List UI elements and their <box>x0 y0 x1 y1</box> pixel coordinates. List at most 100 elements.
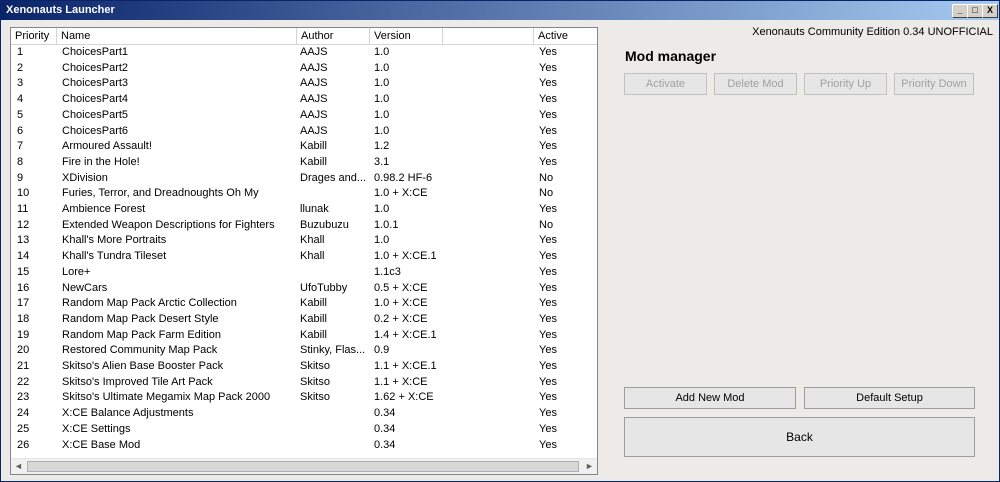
title-bar[interactable]: Xenonauts Launcher _ □ X <box>1 1 999 20</box>
scroll-left-icon[interactable]: ◄ <box>11 459 26 474</box>
cell-version: 1.0 <box>374 124 390 137</box>
mod-list-header: Priority Name Author Version Active <box>11 28 597 45</box>
cell-active: Yes <box>539 250 557 263</box>
cell-priority: 6 <box>17 124 24 137</box>
column-header-author[interactable]: Author <box>297 28 370 44</box>
cell-author: Kabill <box>300 312 327 325</box>
cell-name: ChoicesPart5 <box>62 108 129 121</box>
table-row[interactable]: 15 Lore+ 1.1c3 Yes <box>11 265 597 281</box>
column-header-version[interactable]: Version <box>370 28 443 44</box>
table-row[interactable]: 1 ChoicesPart1 AAJS 1.0 Yes <box>11 45 597 61</box>
table-row[interactable]: 2 ChoicesPart2 AAJS 1.0 Yes <box>11 61 597 77</box>
cell-version: 0.34 <box>374 422 396 435</box>
delete-mod-button[interactable]: Delete Mod <box>714 73 797 95</box>
cell-active: Yes <box>539 281 557 294</box>
cell-name: Skitso's Alien Base Booster Pack <box>62 360 224 372</box>
table-row[interactable]: 3 ChoicesPart3 AAJS 1.0 Yes <box>11 76 597 92</box>
cell-author: Skitso <box>300 391 330 404</box>
table-row[interactable]: 20 Restored Community Map Pack Stinky, Fla… <box>11 343 597 359</box>
maximize-button[interactable]: □ <box>967 4 983 18</box>
cell-version: 0.34 <box>374 407 396 420</box>
table-row[interactable]: 26 X:CE Base Mod 0.34 Yes <box>11 438 597 454</box>
window-content: Priority Name Author Version Active 1 Cho… <box>1 20 999 481</box>
cell-priority: 12 <box>17 218 30 231</box>
mod-manager-title: Mod manager <box>625 48 717 64</box>
table-row[interactable]: 21 Skitso's Alien Base Booster Pack Skitso… <box>11 359 597 375</box>
cell-version: 0.9 <box>374 344 390 357</box>
cell-version: 1.0 <box>374 203 390 215</box>
cell-priority: 15 <box>17 265 30 278</box>
cell-active: No <box>539 171 554 184</box>
cell-priority: 24 <box>17 407 30 420</box>
table-row[interactable]: 22 Skitso's Improved Tile Art Pack Skitso 1… <box>11 375 597 391</box>
cell-priority: 10 <box>17 187 30 200</box>
cell-active: Yes <box>539 328 557 341</box>
cell-priority: 13 <box>17 234 30 247</box>
table-row[interactable]: 19 Random Map Pack Farm Edition Kabill 1.4 … <box>11 328 597 344</box>
cell-active: Yes <box>539 407 557 420</box>
table-row[interactable]: 7 Armoured Assault! Kabill 1.2 Yes <box>11 139 597 155</box>
table-row[interactable]: 8 Fire in the Hole! Kabill 3.1 Yes <box>11 155 597 171</box>
cell-active: Yes <box>539 46 557 58</box>
cell-active: Yes <box>539 375 557 388</box>
cell-priority: 3 <box>17 77 24 90</box>
cell-name: Khall's Tundra Tileset <box>62 250 167 263</box>
table-row[interactable]: 4 ChoicesPart4 AAJS 1.0 Yes <box>11 92 597 108</box>
cell-version: 0.34 <box>374 438 396 451</box>
cell-author: AAJS <box>300 46 328 58</box>
cell-active: Yes <box>539 203 557 215</box>
cell-version: 1.0 <box>374 77 390 90</box>
activate-button[interactable]: Activate <box>624 73 707 95</box>
cell-author: Drages and... <box>300 171 367 184</box>
close-button[interactable]: X <box>982 4 998 18</box>
table-row[interactable]: 24 X:CE Balance Adjustments 0.34 Yes <box>11 406 597 422</box>
cell-active: Yes <box>539 124 557 137</box>
table-row[interactable]: 12 Extended Weapon Descriptions for Fight… <box>11 218 597 234</box>
column-header-priority[interactable]: Priority <box>11 28 57 44</box>
table-row[interactable]: 17 Random Map Pack Arctic Collection Kabil… <box>11 296 597 312</box>
cell-name: Restored Community Map Pack <box>62 344 218 357</box>
add-new-mod-button[interactable]: Add New Mod <box>624 387 796 409</box>
table-row[interactable]: 23 Skitso's Ultimate Megamix Map Pack 200… <box>11 390 597 406</box>
cell-version: 1.4 + X:CE.1 <box>374 328 437 341</box>
cell-version: 0.5 + X:CE <box>374 281 428 294</box>
table-row[interactable]: 25 X:CE Settings 0.34 Yes <box>11 422 597 438</box>
cell-active: Yes <box>539 77 557 90</box>
scroll-thumb[interactable] <box>27 461 579 472</box>
default-setup-button[interactable]: Default Setup <box>804 387 975 409</box>
cell-author: Khall <box>300 234 325 247</box>
cell-active: Yes <box>539 297 557 310</box>
cell-active: Yes <box>539 93 557 106</box>
mod-list[interactable]: Priority Name Author Version Active 1 Cho… <box>10 27 598 475</box>
cell-priority: 26 <box>17 438 30 451</box>
table-row[interactable]: 10 Furies, Terror, and Dreadnoughts Oh My… <box>11 186 597 202</box>
cell-version: 1.0 <box>374 108 390 121</box>
cell-author: Khall <box>300 250 325 263</box>
minimize-button[interactable]: _ <box>952 4 968 18</box>
cell-active: Yes <box>539 391 557 404</box>
column-header-active[interactable]: Active <box>534 28 597 44</box>
back-button[interactable]: Back <box>624 417 975 457</box>
priority-down-button[interactable]: Priority Down <box>894 73 974 95</box>
cell-name: ChoicesPart2 <box>62 61 129 74</box>
cell-active: Yes <box>539 108 557 121</box>
cell-version: 0.98.2 HF-6 <box>374 171 433 184</box>
column-header-name[interactable]: Name <box>57 28 297 44</box>
table-row[interactable]: 14 Khall's Tundra Tileset Khall 1.0 + X:CE.… <box>11 249 597 265</box>
table-row[interactable]: 13 Khall's More Portraits Khall 1.0 Yes <box>11 233 597 249</box>
table-row[interactable]: 18 Random Map Pack Desert Style Kabill 0.2 … <box>11 312 597 328</box>
table-row[interactable]: 16 NewCars UfoTubby 0.5 + X:CE Yes <box>11 281 597 297</box>
table-row[interactable]: 5 ChoicesPart5 AAJS 1.0 Yes <box>11 108 597 124</box>
cell-priority: 9 <box>17 171 24 184</box>
scroll-right-icon[interactable]: ► <box>582 459 597 474</box>
cell-priority: 7 <box>17 140 24 153</box>
table-row[interactable]: 9 XDivision Drages and... 0.98.2 HF-6 No <box>11 171 597 187</box>
table-row[interactable]: 11 Ambience Forest llunak 1.0 Yes <box>11 202 597 218</box>
cell-author: Skitso <box>300 360 330 372</box>
cell-name: Lore+ <box>62 265 91 278</box>
cell-name: X:CE Settings <box>62 422 131 435</box>
cell-version: 1.1c3 <box>374 265 401 278</box>
priority-up-button[interactable]: Priority Up <box>804 73 887 95</box>
table-row[interactable]: 6 ChoicesPart6 AAJS 1.0 Yes <box>11 124 597 140</box>
horizontal-scrollbar[interactable]: ◄ ► <box>11 458 597 474</box>
